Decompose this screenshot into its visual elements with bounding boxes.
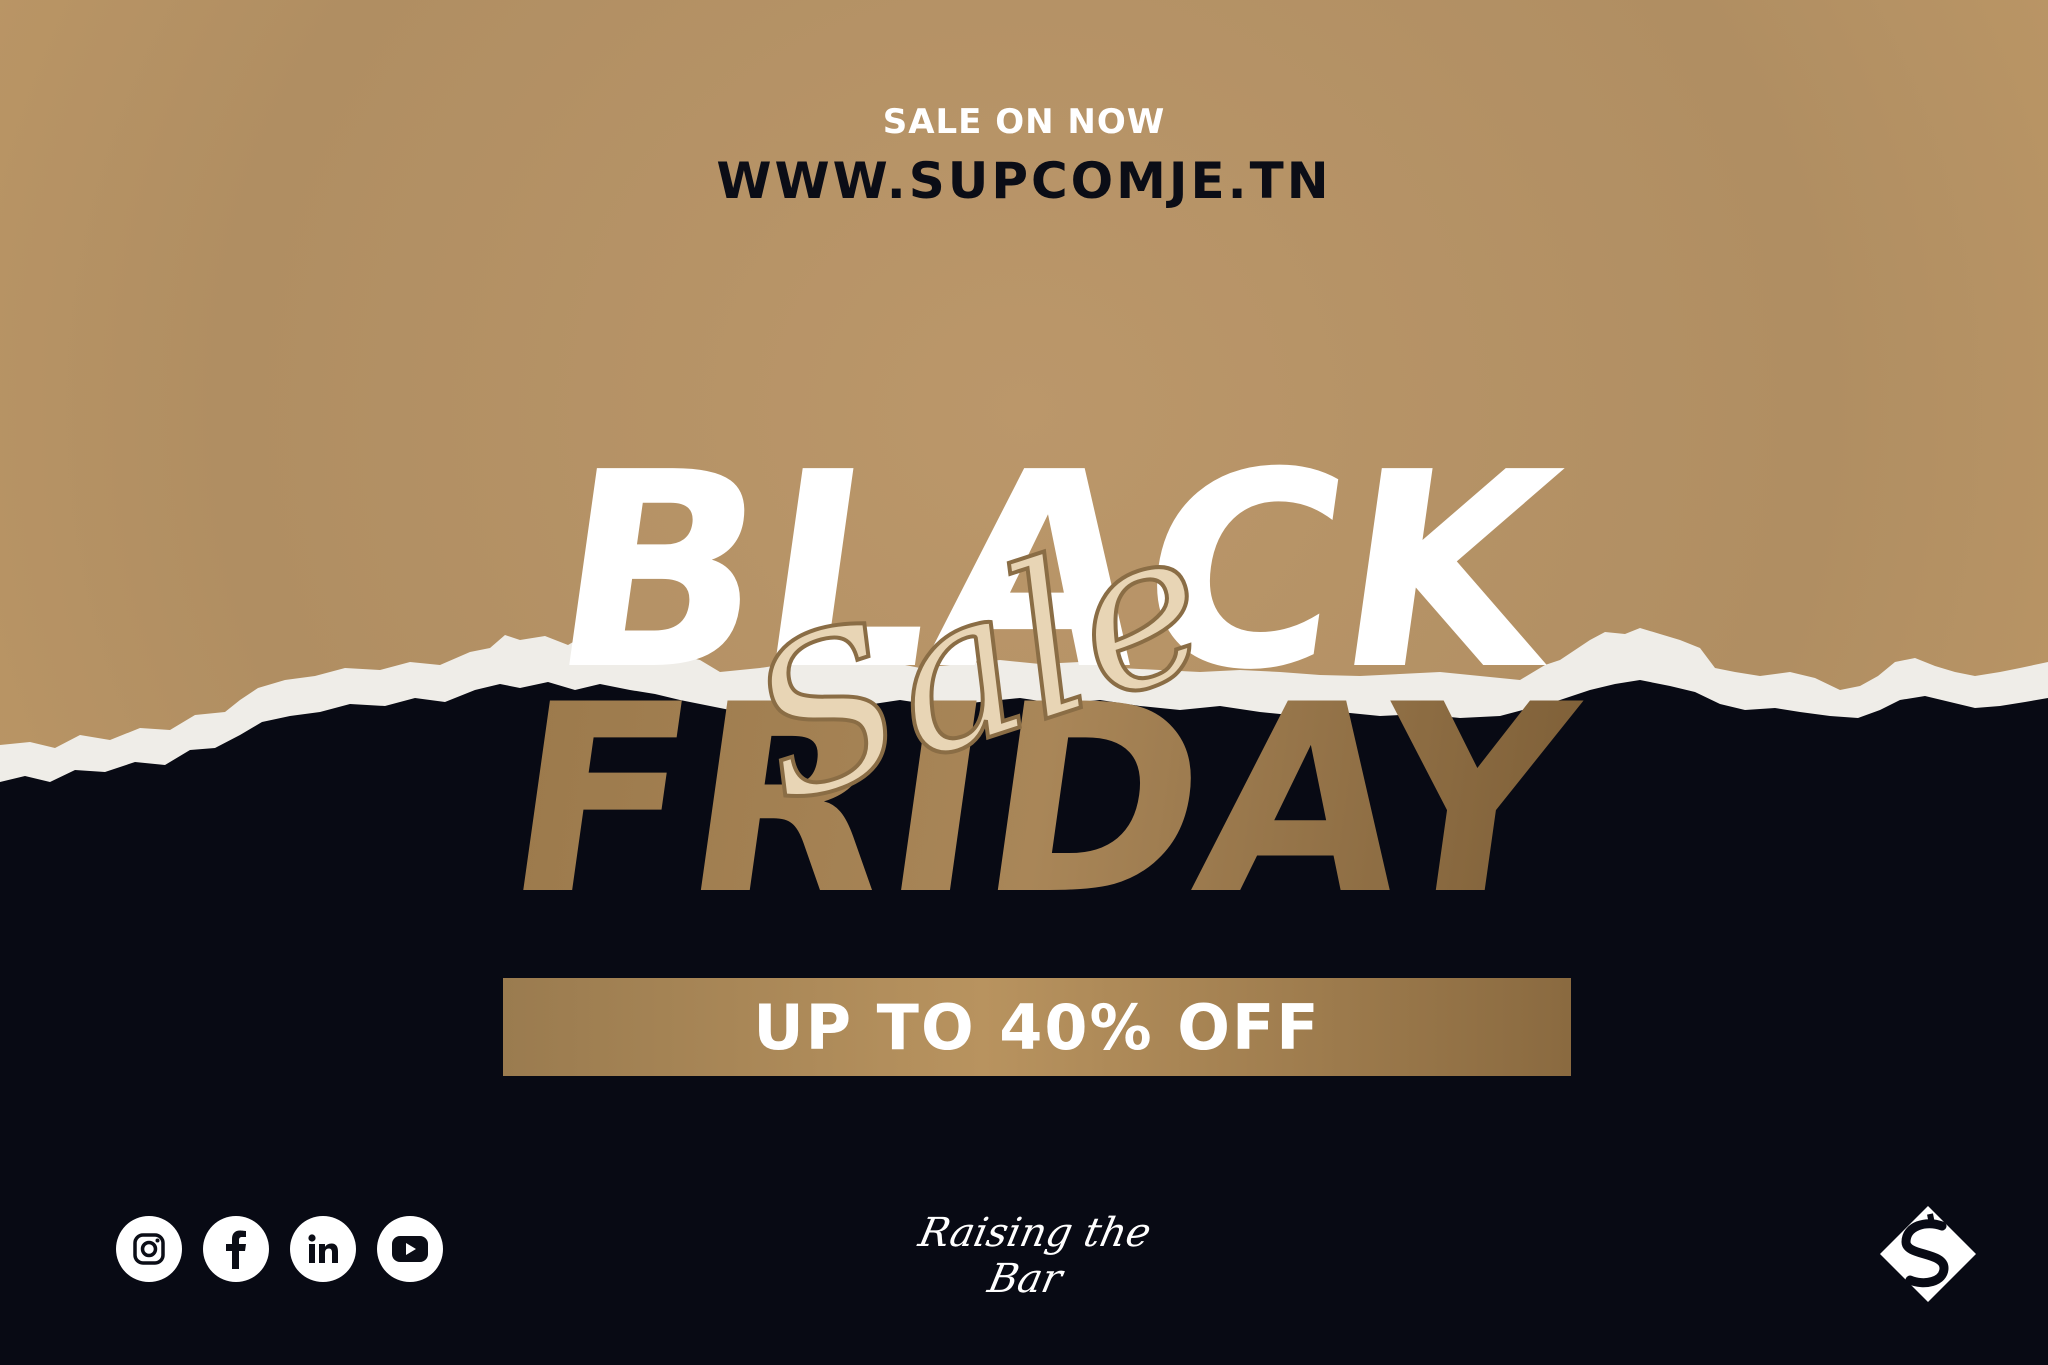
youtube-icon[interactable]	[377, 1216, 443, 1282]
social-icons	[116, 1216, 443, 1282]
black-friday-poster: SALE ON NOW WWW.SUPCOMJE.TN BLACK FRIDAY…	[0, 0, 2048, 1365]
discount-banner: UP TO 40% OFF	[503, 978, 1571, 1076]
tagline: Raising the Bar	[914, 1210, 1156, 1302]
facebook-icon[interactable]	[203, 1216, 269, 1282]
discount-text: UP TO 40% OFF	[753, 990, 1321, 1064]
instagram-icon[interactable]	[116, 1216, 182, 1282]
headline-graphic: BLACK FRIDAY Sale	[491, 414, 1591, 951]
supcom-logo	[1880, 1206, 1976, 1302]
linkedin-icon[interactable]	[290, 1216, 356, 1282]
